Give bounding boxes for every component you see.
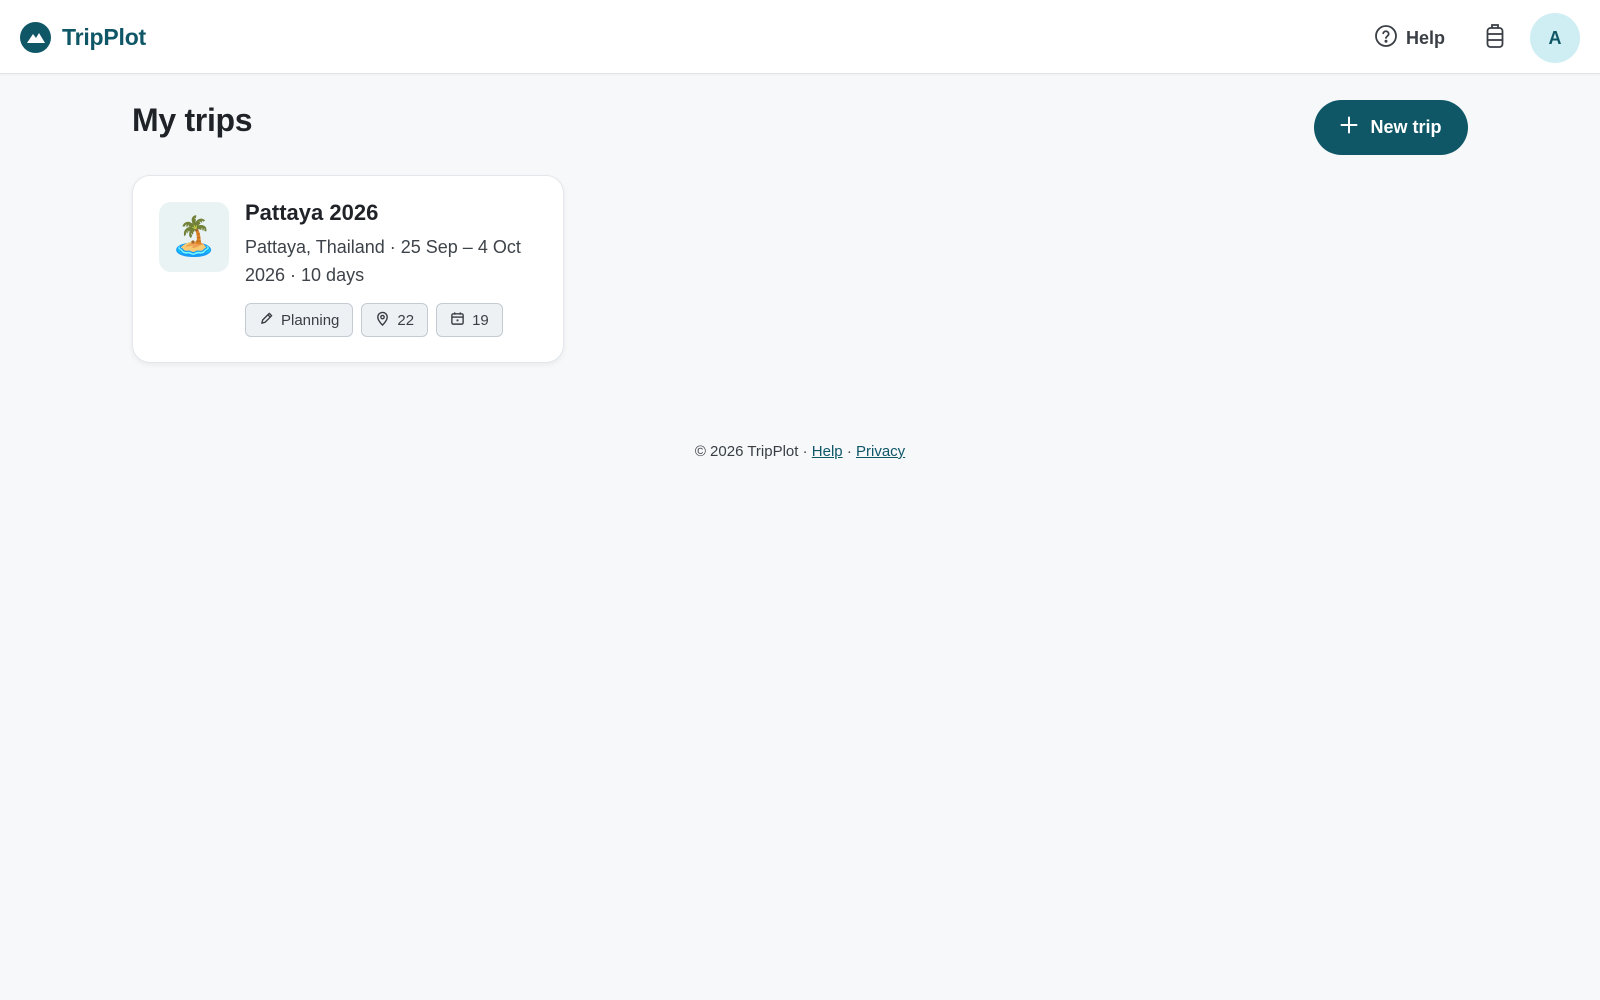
top-bar: TripPlot Help A bbox=[0, 0, 1600, 74]
copyright-text: © 2026 TripPlot · bbox=[694, 443, 808, 460]
question-circle-icon bbox=[1374, 24, 1398, 53]
status-label: Planning bbox=[281, 311, 340, 329]
days-count: 19 bbox=[472, 311, 489, 329]
brand-home-link[interactable]: TripPlot bbox=[20, 21, 146, 53]
new-trip-button[interactable]: New trip bbox=[1314, 100, 1468, 155]
page-title: My trips bbox=[132, 102, 253, 138]
user-avatar[interactable]: A bbox=[1530, 13, 1580, 63]
places-count: 22 bbox=[397, 311, 415, 329]
trip-emoji: 🏝️ bbox=[170, 216, 218, 258]
days-count-chip: 19 bbox=[436, 303, 503, 337]
places-count-chip: 22 bbox=[361, 303, 429, 337]
map-pin-icon bbox=[375, 311, 390, 330]
footer-help-link[interactable]: Help bbox=[812, 443, 843, 460]
my-trips-button[interactable] bbox=[1482, 23, 1508, 54]
island-icon: 🏝️ bbox=[159, 202, 229, 272]
status-chip: Planning bbox=[245, 303, 354, 337]
new-trip-label: New trip bbox=[1370, 117, 1442, 137]
pencil-icon bbox=[259, 311, 274, 330]
trip-chips: Planning 22 19 bbox=[245, 303, 503, 337]
footer: © 2026 TripPlot · Help · Privacy bbox=[0, 443, 1600, 460]
help-label: Help bbox=[1406, 27, 1446, 48]
footer-privacy-link[interactable]: Privacy bbox=[856, 443, 905, 460]
trip-meta: Pattaya, Thailand · 25 Sep – 4 Oct 2026 … bbox=[245, 237, 521, 285]
plus-icon bbox=[1340, 116, 1358, 139]
calendar-icon bbox=[450, 311, 465, 330]
footer-separator: · bbox=[846, 443, 852, 460]
brand-name: TripPlot bbox=[62, 23, 147, 50]
trip-card[interactable]: 🏝️ Pattaya 2026 Pattaya, Thailand · 25 S… bbox=[132, 175, 564, 363]
mountain-logo-icon bbox=[20, 21, 51, 53]
trip-name: Pattaya 2026 bbox=[245, 200, 379, 225]
luggage-icon bbox=[1485, 23, 1505, 54]
help-button[interactable]: Help bbox=[1374, 24, 1445, 52]
